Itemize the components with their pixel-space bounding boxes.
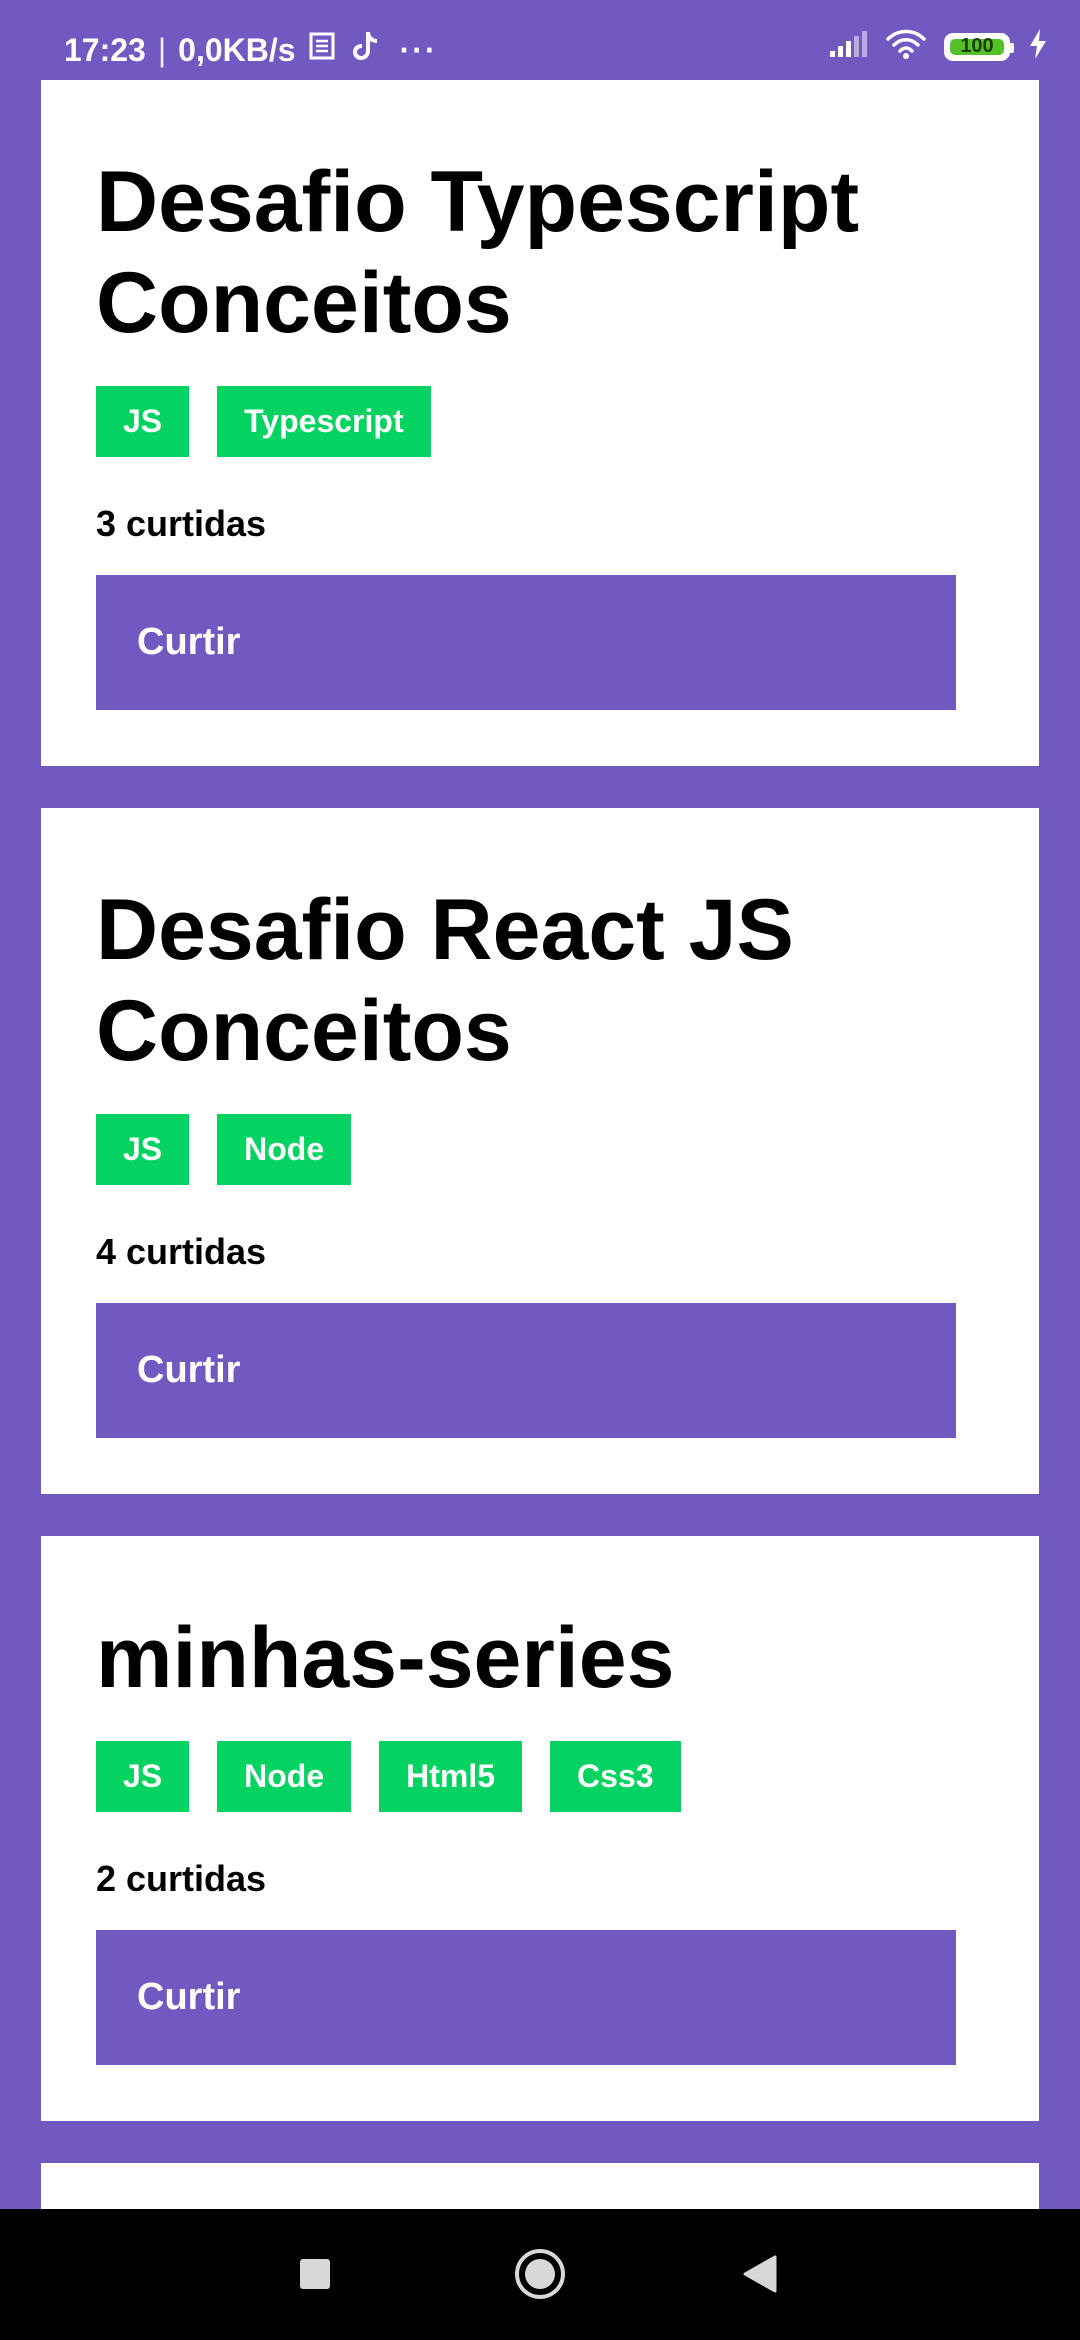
tech-tag: Html5 [379,1741,523,1812]
triangle-back-icon [743,2255,777,2293]
navigation-bar [0,2209,1080,2340]
tech-tag: Node [217,1114,352,1185]
signal-icon [828,29,868,64]
tech-tag: Node [217,1741,352,1812]
tiktok-icon [350,30,380,70]
tech-tag: JS [96,386,190,457]
battery-level: 100 [960,35,994,57]
wifi-icon [886,28,926,65]
clock: 17:23 [64,31,146,68]
repository-card: Desafio React JS Conceitos JS Node 4 cur… [41,808,1039,1494]
tech-tag: JS [96,1114,190,1185]
tech-tag: JS [96,1741,190,1812]
tech-list: JS Typescript [96,386,957,457]
likes-count: 2 curtidas [96,1858,267,1899]
status-bar: 17:23 | 0,0KB/s ··· 100 [0,0,1080,78]
recents-button[interactable] [280,2239,350,2309]
news-icon [308,31,338,69]
likes-count: 3 curtidas [96,503,267,544]
repository-title: Desafio Typescript Conceitos [96,154,860,351]
tech-list: JS Node Html5 Css3 [96,1741,957,1812]
charging-icon [1028,28,1048,65]
tech-list: JS Node [96,1114,957,1185]
battery-icon: 100 [944,32,1014,61]
circle-icon [515,2249,565,2299]
like-button[interactable]: Curtir [96,575,956,710]
square-icon [300,2259,330,2289]
tech-tag: Typescript [217,386,431,457]
like-button[interactable]: Curtir [96,1930,956,2065]
repository-title: minhas-series [96,1610,675,1706]
back-button[interactable] [725,2239,795,2309]
tech-tag: Css3 [550,1741,681,1812]
like-button[interactable]: Curtir [96,1303,956,1438]
home-button[interactable] [505,2239,575,2309]
status-right: 100 [828,28,1048,65]
more-notifications-icon: ··· [399,31,438,68]
status-left: 17:23 | 0,0KB/s ··· [64,30,438,70]
repository-title: Desafio React JS Conceitos [96,882,794,1079]
network-speed: 0,0KB/s [178,31,296,68]
status-separator: | [157,31,167,68]
repository-list[interactable]: Desafio Typescript Conceitos JS Typescri… [41,80,1039,2265]
repository-card: Desafio Typescript Conceitos JS Typescri… [41,80,1039,766]
likes-count: 4 curtidas [96,1231,267,1272]
repository-card: minhas-series JS Node Html5 Css3 2 curti… [41,1536,1039,2121]
